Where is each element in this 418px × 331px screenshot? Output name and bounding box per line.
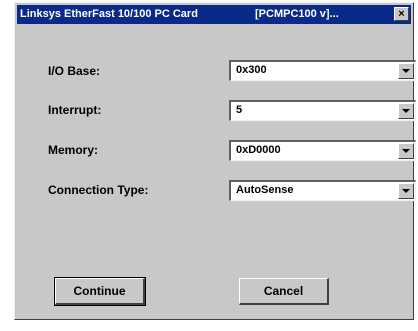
interrupt-value: 5 [236,104,243,116]
connection-type-select[interactable]: AutoSense [229,180,416,201]
continue-button[interactable]: Continue [54,277,146,306]
io-base-value: 0x300 [236,64,267,76]
close-icon[interactable]: × [394,7,409,21]
io-base-label: I/O Base: [48,64,101,78]
chevron-down-icon[interactable] [398,63,414,79]
chevron-down-icon[interactable] [398,103,414,119]
io-base-select[interactable]: 0x300 [229,60,416,81]
connection-type-value: AutoSense [236,184,294,196]
memory-select[interactable]: 0xD0000 [229,140,416,161]
chevron-down-icon[interactable] [398,183,414,199]
interrupt-label: Interrupt: [48,103,102,117]
interrupt-select[interactable]: 5 [229,100,416,121]
chevron-down-icon[interactable] [398,143,414,159]
connection-type-label: Connection Type: [48,183,149,197]
window-title: Linksys EtherFast 10/100 PC Card [20,8,198,20]
title-bar: Linksys EtherFast 10/100 PC Card [PCMPC1… [17,5,411,24]
window-title-suffix: [PCMPC100 v]... [255,8,339,20]
memory-label: Memory: [48,143,99,157]
cancel-button[interactable]: Cancel [239,278,329,305]
dialog-window: Linksys EtherFast 10/100 PC Card [PCMPC1… [14,2,416,320]
memory-value: 0xD0000 [236,144,281,156]
